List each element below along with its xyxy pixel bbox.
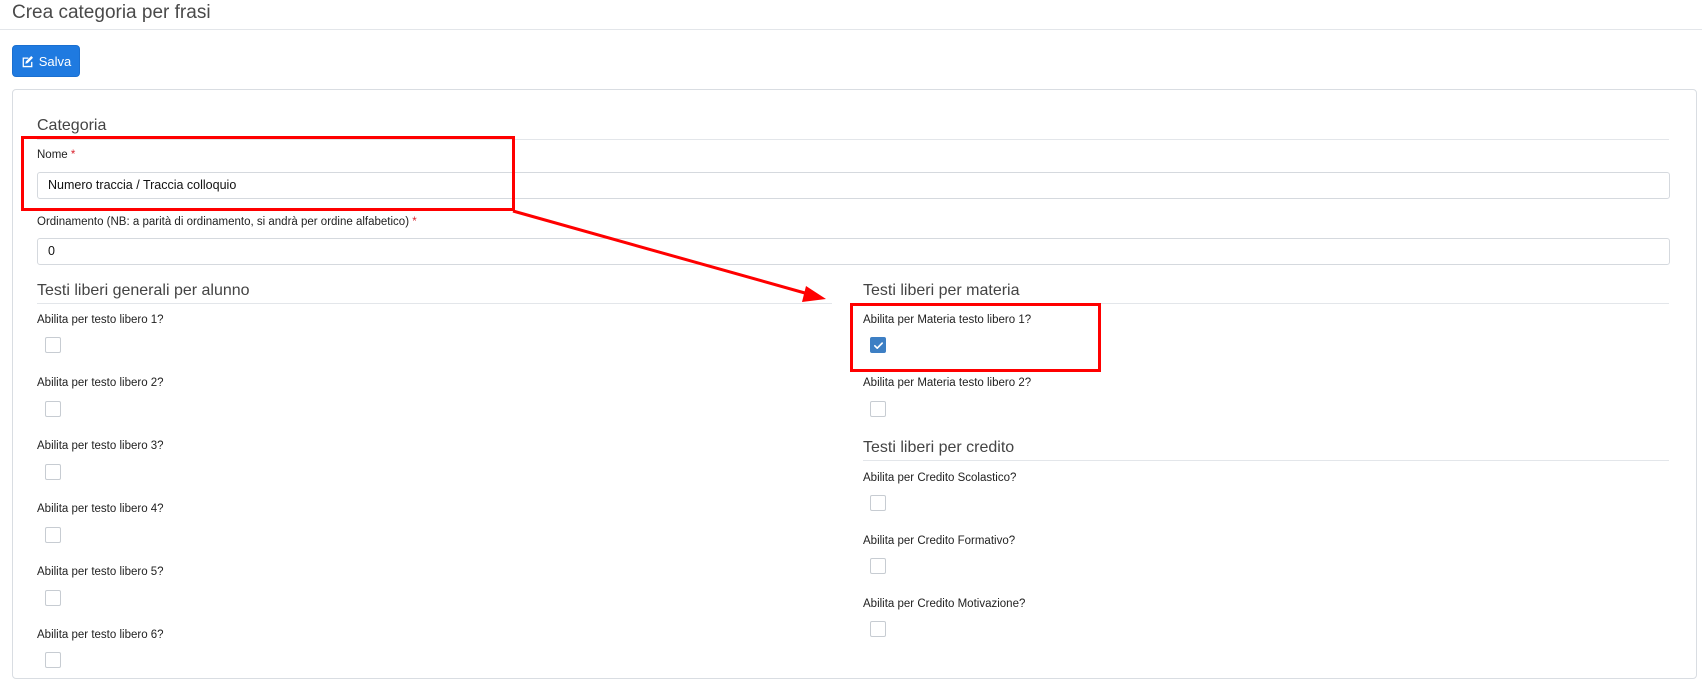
subject-checkbox-1[interactable] bbox=[870, 337, 886, 353]
general-checkbox-3[interactable] bbox=[45, 464, 61, 480]
credit-checkbox-formativo[interactable] bbox=[870, 558, 886, 574]
general-item-label: Abilita per testo libero 2? bbox=[37, 377, 164, 389]
credit-legend: Testi liberi per credito bbox=[863, 439, 1015, 456]
general-item-label: Abilita per testo libero 3? bbox=[37, 440, 164, 452]
category-divider bbox=[37, 139, 1669, 140]
general-item-label: Abilita per testo libero 1? bbox=[37, 314, 164, 326]
general-checkbox-2[interactable] bbox=[45, 401, 61, 417]
subject-divider bbox=[863, 303, 1669, 304]
save-button-label: Salva bbox=[38, 53, 72, 69]
required-marker: * bbox=[70, 149, 76, 161]
general-item-label: Abilita per testo libero 6? bbox=[37, 629, 164, 641]
general-checkbox-1[interactable] bbox=[45, 337, 61, 353]
credit-checkbox-scolastico[interactable] bbox=[870, 495, 886, 511]
category-legend: Categoria bbox=[37, 117, 107, 134]
name-label-text: Nome bbox=[37, 149, 68, 161]
page-title: Crea categoria per frasi bbox=[12, 2, 211, 23]
general-checkbox-5[interactable] bbox=[45, 590, 61, 606]
credit-item-label: Abilita per Credito Formativo? bbox=[863, 535, 1016, 547]
general-item-label: Abilita per testo libero 4? bbox=[37, 503, 164, 515]
general-divider bbox=[37, 303, 832, 304]
general-legend: Testi liberi generali per alunno bbox=[37, 282, 250, 299]
order-field-label: Ordinamento (NB: a parità di ordinamento… bbox=[37, 216, 417, 228]
subject-legend: Testi liberi per materia bbox=[863, 282, 1020, 299]
required-marker: * bbox=[412, 216, 417, 228]
save-button[interactable]: Salva bbox=[12, 45, 80, 77]
subject-checkbox-2[interactable] bbox=[870, 401, 886, 417]
credit-divider bbox=[863, 460, 1669, 461]
edit-icon bbox=[22, 55, 33, 67]
general-checkbox-6[interactable] bbox=[45, 652, 61, 668]
general-checkbox-4[interactable] bbox=[45, 527, 61, 543]
title-divider bbox=[0, 29, 1702, 30]
credit-item-label: Abilita per Credito Motivazione? bbox=[863, 598, 1026, 610]
name-field-label: Nome * bbox=[37, 149, 75, 161]
order-input[interactable]: 0 bbox=[37, 238, 1670, 265]
order-label-text: Ordinamento (NB: a parità di ordinamento… bbox=[37, 216, 410, 228]
name-input[interactable]: Numero traccia / Traccia colloquio bbox=[37, 172, 1670, 199]
credit-checkbox-motivazione[interactable] bbox=[870, 621, 886, 637]
general-item-label: Abilita per testo libero 5? bbox=[37, 566, 164, 578]
subject-item-label: Abilita per Materia testo libero 2? bbox=[863, 377, 1032, 389]
subject-item-label: Abilita per Materia testo libero 1? bbox=[863, 314, 1032, 326]
credit-item-label: Abilita per Credito Scolastico? bbox=[863, 472, 1017, 484]
checkmark-icon bbox=[873, 341, 883, 349]
